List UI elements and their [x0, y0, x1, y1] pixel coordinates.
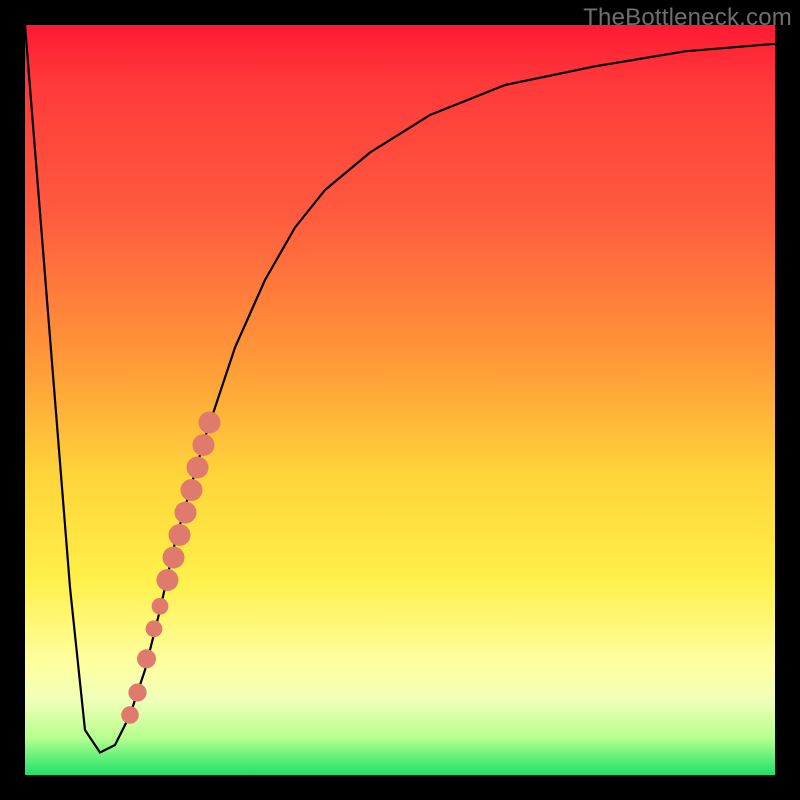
data-marker	[157, 569, 179, 591]
marker-group	[121, 412, 220, 724]
data-marker	[181, 479, 203, 501]
data-marker	[163, 547, 185, 569]
data-marker	[146, 620, 163, 637]
chart-stage: TheBottleneck.com	[0, 0, 800, 800]
watermark-text: TheBottleneck.com	[583, 4, 792, 32]
curve-layer	[25, 25, 775, 775]
data-marker	[193, 434, 215, 456]
data-marker	[128, 683, 146, 701]
data-marker	[187, 457, 209, 479]
data-marker	[199, 412, 221, 434]
plot-area	[25, 25, 775, 775]
data-marker	[137, 649, 156, 668]
data-marker	[175, 502, 197, 524]
data-marker	[121, 706, 139, 724]
data-marker	[169, 524, 191, 546]
data-marker	[152, 598, 169, 615]
bottleneck-curve	[25, 25, 775, 753]
